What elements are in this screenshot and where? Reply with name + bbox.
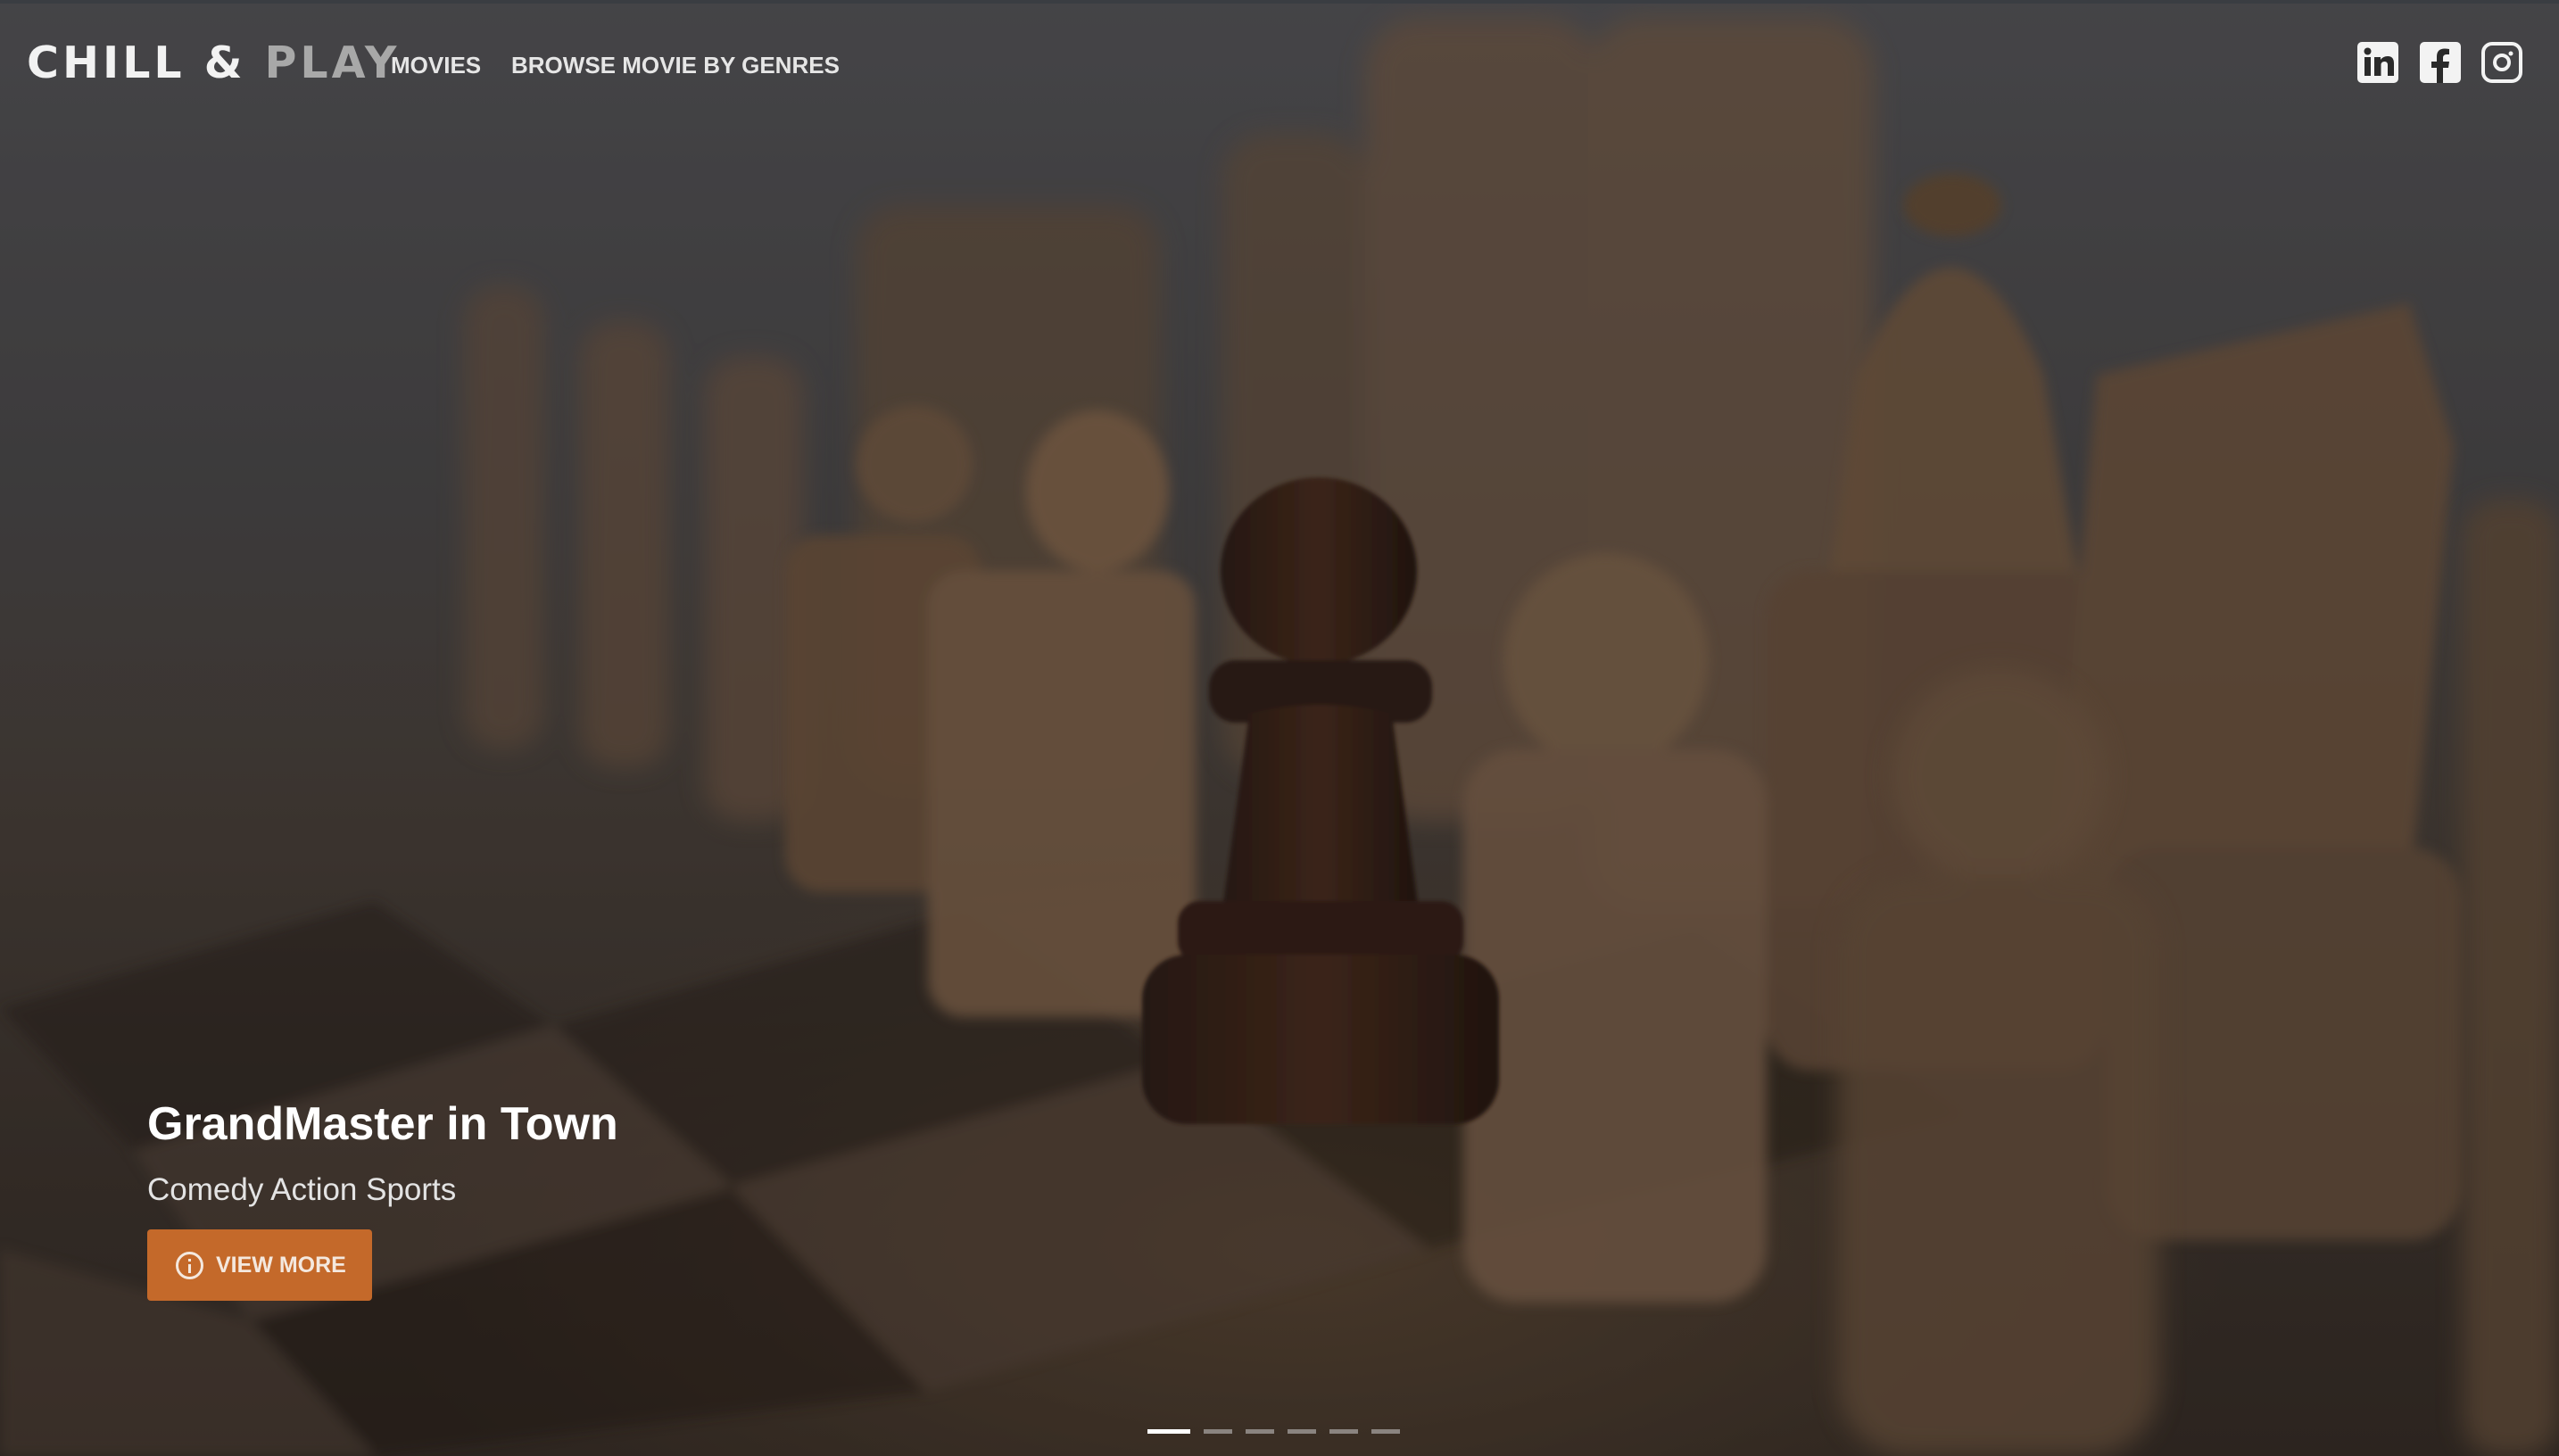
carousel-indicator-2[interactable] xyxy=(1204,1429,1232,1434)
carousel-indicator-3[interactable] xyxy=(1246,1429,1274,1434)
carousel-indicator-4[interactable] xyxy=(1288,1429,1316,1434)
hero-caption: GrandMaster in Town Comedy Action Sports… xyxy=(147,1097,618,1301)
info-icon xyxy=(176,1251,203,1279)
brand-logo[interactable]: CHILL & PLAY xyxy=(27,37,400,88)
carousel-indicator-5[interactable] xyxy=(1329,1429,1358,1434)
movie-title: GrandMaster in Town xyxy=(147,1098,618,1150)
view-more-button[interactable]: VIEW MORE xyxy=(147,1229,372,1301)
carousel-indicator-1[interactable] xyxy=(1147,1429,1190,1434)
nav-movies-link[interactable]: MOVIES xyxy=(391,52,481,79)
facebook-icon[interactable] xyxy=(2420,42,2461,83)
linkedin-icon[interactable] xyxy=(2357,42,2398,83)
nav-genres-link[interactable]: BROWSE MOVIE BY GENRES xyxy=(511,52,840,79)
brand-part2: PLAY xyxy=(264,37,401,88)
view-more-label: VIEW MORE xyxy=(216,1252,346,1278)
site-header: CHILL & PLAY MOVIES BROWSE MOVIE BY GENR… xyxy=(0,0,2559,130)
chess-background-image xyxy=(0,0,2559,1456)
hero-banner: CHILL & PLAY MOVIES BROWSE MOVIE BY GENR… xyxy=(0,0,2559,1456)
carousel-indicator-6[interactable] xyxy=(1371,1429,1400,1434)
movie-genres: Comedy Action Sports xyxy=(147,1172,457,1207)
instagram-icon[interactable] xyxy=(2481,42,2522,83)
carousel-indicators xyxy=(1147,1429,1400,1434)
brand-part1: CHILL & xyxy=(27,37,246,88)
